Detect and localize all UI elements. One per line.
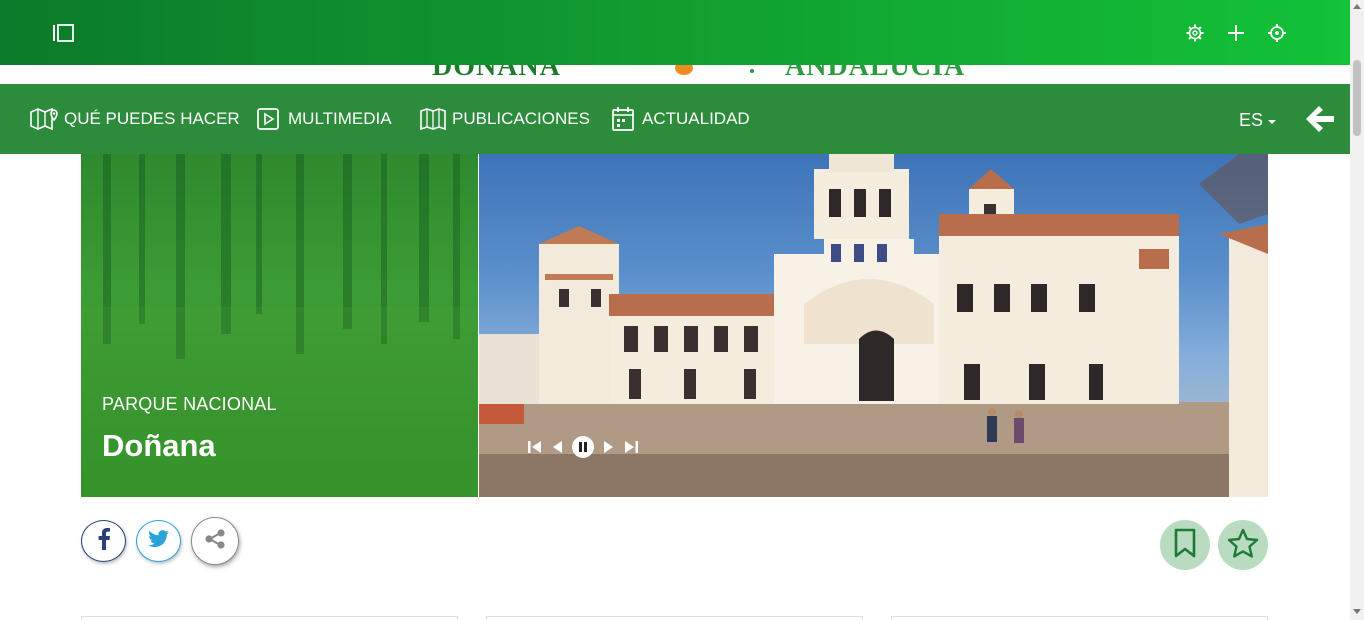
nav-item-publicaciones[interactable]: PUBLICACIONES bbox=[418, 84, 590, 154]
hero-forest-panel: PARQUE NACIONAL Doñana bbox=[81, 154, 478, 497]
caret-down-icon bbox=[1268, 120, 1277, 124]
nav-label: QUÉ PUEDES HACER bbox=[64, 109, 240, 128]
top-toolbar bbox=[0, 0, 1350, 65]
arrow-left-icon[interactable] bbox=[1304, 104, 1336, 134]
logo-text-left: DOÑANA bbox=[432, 65, 561, 82]
nav-item-actualidad[interactable]: ACTUALIDAD bbox=[608, 84, 750, 154]
facebook-share-button[interactable] bbox=[81, 520, 126, 562]
share-icon bbox=[204, 528, 226, 555]
scrollbar-thumb[interactable] bbox=[1353, 60, 1361, 136]
logo-flower-icon bbox=[675, 65, 693, 75]
facebook-icon bbox=[97, 527, 111, 555]
map-pin-icon bbox=[30, 106, 60, 132]
scrollbar[interactable] bbox=[1350, 0, 1364, 620]
previous-icon[interactable] bbox=[551, 439, 563, 455]
content-card[interactable] bbox=[81, 616, 458, 620]
first-icon[interactable] bbox=[527, 439, 543, 455]
bookmark-icon bbox=[1173, 528, 1197, 563]
crosshair-icon[interactable] bbox=[1266, 22, 1288, 44]
logo-dot-icon bbox=[750, 69, 754, 73]
nav-label: PUBLICACIONES bbox=[452, 109, 590, 128]
sidebar-toggle-icon[interactable] bbox=[52, 22, 76, 44]
pause-icon[interactable] bbox=[571, 435, 595, 459]
twitter-share-button[interactable] bbox=[136, 520, 181, 562]
nav-item-que-puedes-hacer[interactable]: QUÉ PUEDES HACER bbox=[30, 84, 240, 154]
book-icon bbox=[418, 106, 448, 132]
bookmark-button[interactable] bbox=[1160, 520, 1210, 570]
favorite-button[interactable] bbox=[1218, 520, 1268, 570]
gear-icon[interactable] bbox=[1184, 22, 1206, 44]
star-icon bbox=[1227, 528, 1259, 563]
logo-text-right: ANDALUCÍA bbox=[785, 65, 966, 82]
language-label: ES bbox=[1239, 110, 1264, 130]
next-icon[interactable] bbox=[603, 439, 615, 455]
plus-icon[interactable] bbox=[1225, 22, 1247, 44]
twitter-icon bbox=[147, 529, 170, 553]
content-card[interactable] bbox=[486, 616, 863, 620]
play-icon bbox=[254, 106, 284, 132]
hero-subtitle: PARQUE NACIONAL bbox=[102, 394, 277, 414]
site-logo[interactable]: DOÑANA ANDALUCÍA bbox=[0, 65, 1350, 84]
main-nav: QUÉ PUEDES HACER MULTIMEDIA PUBLICACIONE… bbox=[0, 84, 1350, 154]
calendar-icon bbox=[608, 106, 638, 132]
nav-label: MULTIMEDIA bbox=[288, 109, 392, 128]
scroll-down-icon[interactable] bbox=[1353, 609, 1361, 614]
hero-title: Doñana bbox=[102, 428, 216, 463]
content-card[interactable] bbox=[891, 616, 1268, 620]
nav-label: ACTUALIDAD bbox=[642, 109, 750, 128]
slideshow-controls bbox=[527, 434, 639, 460]
scroll-up-icon[interactable] bbox=[1353, 4, 1361, 9]
page: DOÑANA ANDALUCÍA QUÉ PUEDES HACER MULTIM… bbox=[0, 0, 1364, 620]
share-button[interactable] bbox=[191, 517, 239, 565]
language-selector[interactable]: ES bbox=[1239, 110, 1277, 131]
nav-item-multimedia[interactable]: MULTIMEDIA bbox=[254, 84, 392, 154]
last-icon[interactable] bbox=[623, 439, 639, 455]
hero-banner: PARQUE NACIONAL Doñana bbox=[81, 154, 1268, 497]
